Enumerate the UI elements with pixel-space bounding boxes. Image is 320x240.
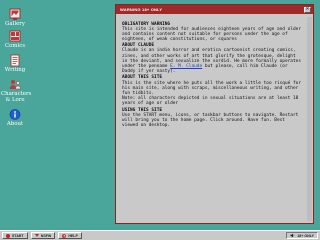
window-title: WARNING 18+ ONLY bbox=[120, 7, 163, 12]
desktop-icon-gallery[interactable]: Gallery bbox=[2, 6, 28, 27]
desktop-icon-about[interactable]: About bbox=[2, 106, 28, 127]
taskbar: START NSFW ? HELP 18+ ONLY bbox=[0, 230, 320, 240]
system-tray: 18+ ONLY bbox=[286, 232, 318, 239]
start-icon bbox=[6, 233, 10, 238]
comics-icon bbox=[8, 28, 22, 42]
nsfw-button[interactable]: NSFW bbox=[30, 232, 56, 239]
content-scrollbar[interactable] bbox=[307, 17, 312, 221]
tray-label: 18+ ONLY bbox=[297, 233, 314, 238]
help-icon: ? bbox=[62, 233, 67, 238]
warning-icon bbox=[34, 234, 39, 237]
about-claude-text: Claude is an indie horror and erotica ca… bbox=[122, 48, 303, 73]
help-button[interactable]: ? HELP bbox=[58, 232, 82, 239]
window-content: OBLIGATORY WARNING This site is intended… bbox=[120, 18, 305, 219]
gallery-icon bbox=[8, 6, 22, 20]
window-titlebar[interactable]: WARNING 18+ ONLY ✕ bbox=[116, 5, 313, 14]
desktop-icon-label: Gallery bbox=[5, 21, 25, 27]
desktop-icon-writing[interactable]: Writing bbox=[2, 52, 28, 73]
start-button[interactable]: START bbox=[2, 232, 28, 239]
desktop-icon-comics[interactable]: Comics bbox=[2, 28, 28, 49]
note-text: Note: all characters depicted in sexual … bbox=[122, 95, 299, 106]
about-site-text: This is the site where he puts all the w… bbox=[122, 80, 301, 96]
desktop-icon-label: Comics bbox=[5, 43, 25, 49]
warning-text: This site is intended for audiences eigh… bbox=[122, 26, 301, 42]
writing-icon bbox=[8, 52, 22, 67]
desktop-icon-label: Writing bbox=[4, 67, 26, 73]
using-site-text: Use the START menu, icons, or taskbar bu… bbox=[122, 112, 299, 128]
close-button[interactable]: ✕ bbox=[304, 6, 311, 13]
speaker-icon[interactable] bbox=[290, 233, 295, 238]
desktop-icon-label: Characters & Lore bbox=[1, 91, 32, 103]
desktop-icon-characters[interactable]: Characters & Lore bbox=[1, 76, 32, 103]
about-icon bbox=[8, 106, 22, 120]
desktop-icon-label: About bbox=[6, 121, 24, 127]
warning-window: WARNING 18+ ONLY ✕ OBLIGATORY WARNING Th… bbox=[115, 4, 314, 224]
characters-icon bbox=[8, 76, 22, 90]
close-icon: ✕ bbox=[305, 6, 310, 12]
nsfw-label: NSFW bbox=[40, 233, 52, 238]
help-label: HELP bbox=[68, 233, 78, 238]
start-label: START bbox=[12, 233, 24, 238]
